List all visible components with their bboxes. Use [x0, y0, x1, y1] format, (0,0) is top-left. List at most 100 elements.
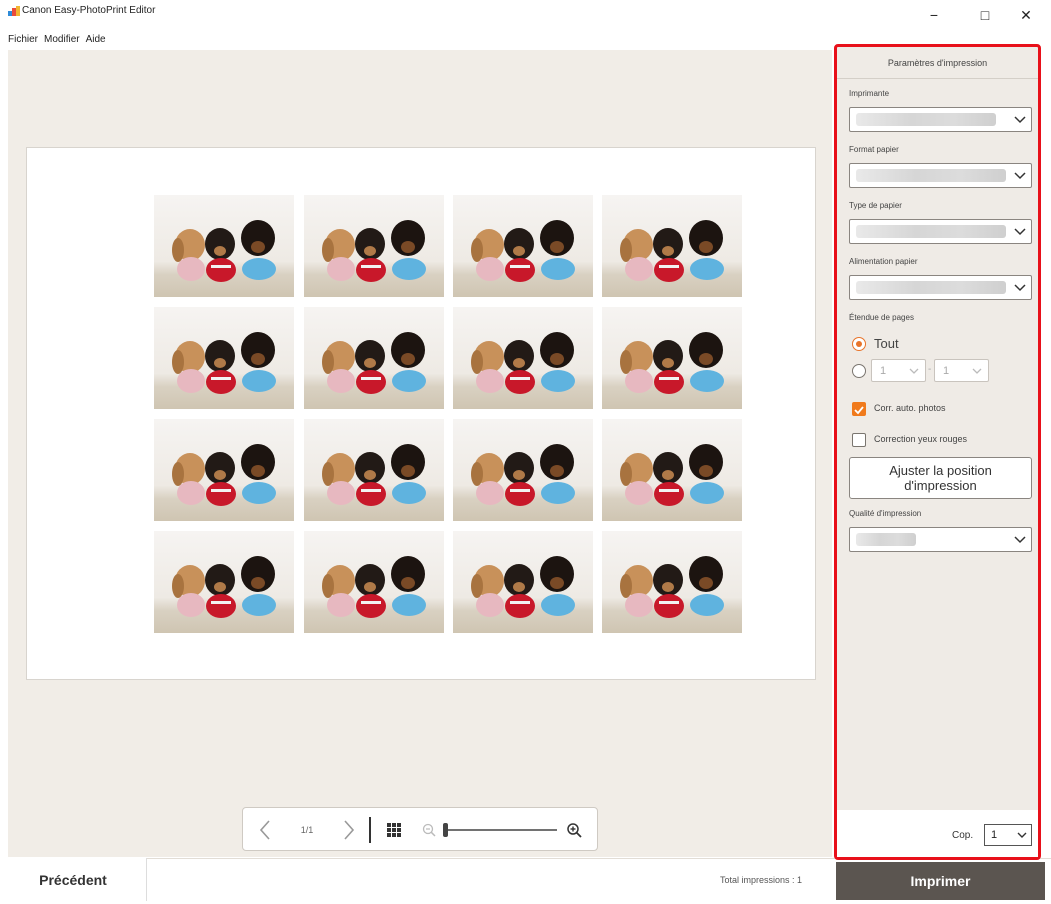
photo-thumbnail [154, 307, 294, 409]
dogs-photo [322, 332, 426, 394]
auto-correct-checkbox[interactable] [852, 402, 866, 416]
red-eye-checkbox[interactable] [852, 433, 866, 447]
photo-thumbnail [154, 195, 294, 297]
photo-thumbnail [304, 419, 444, 521]
dogs-photo [471, 556, 575, 618]
chevron-down-icon [1014, 536, 1026, 544]
dogs-photo [471, 444, 575, 506]
copies-select[interactable]: 1 [984, 824, 1032, 846]
chevron-right-icon [344, 820, 355, 840]
range-from-select[interactable]: 1 [871, 359, 926, 382]
paper-type-select[interactable] [849, 219, 1032, 244]
dogs-photo [172, 220, 276, 282]
paper-size-label: Format papier [849, 145, 899, 154]
range-all-radio[interactable] [852, 337, 866, 351]
grid-view-button[interactable] [381, 808, 407, 852]
photo-thumbnail [304, 307, 444, 409]
paper-size-value-blurred [856, 169, 1006, 182]
dogs-photo [322, 556, 426, 618]
page-range-label: Étendue de pages [849, 313, 914, 322]
next-page-button[interactable] [335, 808, 363, 852]
adjust-position-button[interactable]: Ajuster la position d'impression [849, 457, 1032, 499]
quality-select[interactable] [849, 527, 1032, 552]
printer-label: Imprimante [849, 89, 890, 98]
range-all-label: Tout [874, 336, 899, 351]
photo-thumbnail [602, 307, 742, 409]
print-preview-page [26, 147, 816, 680]
title-bar: Canon Easy-PhotoPrint Editor [0, 0, 1051, 22]
red-eye-label: Correction yeux rouges [874, 434, 968, 444]
photo-thumbnail [453, 307, 593, 409]
dogs-photo [620, 332, 724, 394]
chevron-down-icon [909, 368, 919, 374]
grid-icon [387, 823, 401, 837]
print-button[interactable]: Imprimer [836, 862, 1045, 900]
preview-area: 1/1 [8, 50, 832, 857]
app-logo-icon [8, 6, 20, 16]
chevron-down-icon [1014, 116, 1026, 124]
print-settings-panel: Paramètres d'impression Imprimante Forma… [834, 44, 1041, 860]
quality-value-blurred [856, 533, 916, 546]
previous-button[interactable]: Précédent [0, 858, 147, 901]
adjust-position-line1: Ajuster la position [889, 463, 992, 478]
copies-footer: Cop. 1 [837, 810, 1038, 857]
dogs-photo [172, 444, 276, 506]
copies-label: Cop. [952, 830, 974, 841]
toolbar-divider [367, 808, 373, 852]
dogs-photo [471, 332, 575, 394]
app-title: Canon Easy-PhotoPrint Editor [22, 5, 156, 16]
copies-value: 1 [991, 829, 998, 841]
range-separator: - [928, 364, 932, 375]
chevron-down-icon [972, 368, 982, 374]
page-indicator: 1/1 [300, 825, 314, 835]
printer-select[interactable] [849, 107, 1032, 132]
menu-file[interactable]: Fichier [8, 34, 38, 48]
photo-thumbnail [602, 419, 742, 521]
range-from-value: 1 [880, 364, 887, 377]
chevron-down-icon [1014, 284, 1026, 292]
paper-source-select[interactable] [849, 275, 1032, 300]
maximize-button[interactable]: □ [965, 0, 1005, 30]
photo-thumbnail [304, 195, 444, 297]
auto-correct-label: Corr. auto. photos [874, 403, 946, 413]
photo-thumbnail [602, 195, 742, 297]
chevron-down-icon [1014, 228, 1026, 236]
photo-thumbnail [453, 195, 593, 297]
zoom-slider[interactable] [441, 808, 559, 852]
checkmark-icon [854, 406, 864, 415]
paper-source-value-blurred [856, 281, 1006, 294]
photo-thumbnail [453, 531, 593, 633]
menu-help[interactable]: Aide [86, 34, 106, 48]
dogs-photo [620, 220, 724, 282]
preview-toolbar: 1/1 [242, 807, 598, 851]
dogs-photo [620, 444, 724, 506]
close-button[interactable]: ✕ [1006, 0, 1046, 30]
prev-page-button[interactable] [251, 808, 279, 852]
zoom-out-button[interactable] [419, 808, 439, 852]
chevron-left-icon [259, 820, 270, 840]
chevron-down-icon [1014, 172, 1026, 180]
dogs-photo [172, 332, 276, 394]
zoom-slider-track [443, 823, 557, 837]
printer-value-blurred [856, 113, 996, 126]
dogs-photo [172, 556, 276, 618]
adjust-position-line2: d'impression [904, 478, 977, 493]
dogs-photo [322, 220, 426, 282]
zoom-in-button[interactable] [563, 808, 585, 852]
minimize-button[interactable]: − [914, 0, 954, 30]
menu-bar: Fichier Modifier Aide [0, 34, 106, 48]
total-prints: Total impressions : 1 [720, 875, 803, 885]
chevron-down-icon [1017, 832, 1027, 838]
photo-thumbnail [602, 531, 742, 633]
dogs-photo [471, 220, 575, 282]
paper-type-value-blurred [856, 225, 1006, 238]
dogs-photo [620, 556, 724, 618]
panel-title: Paramètres d'impression [837, 47, 1038, 79]
range-to-value: 1 [943, 364, 950, 377]
zoom-in-icon [567, 823, 582, 838]
paper-size-select[interactable] [849, 163, 1032, 188]
dogs-photo [322, 444, 426, 506]
range-custom-radio[interactable] [852, 364, 866, 378]
menu-edit[interactable]: Modifier [44, 34, 80, 48]
range-to-select[interactable]: 1 [934, 359, 989, 382]
